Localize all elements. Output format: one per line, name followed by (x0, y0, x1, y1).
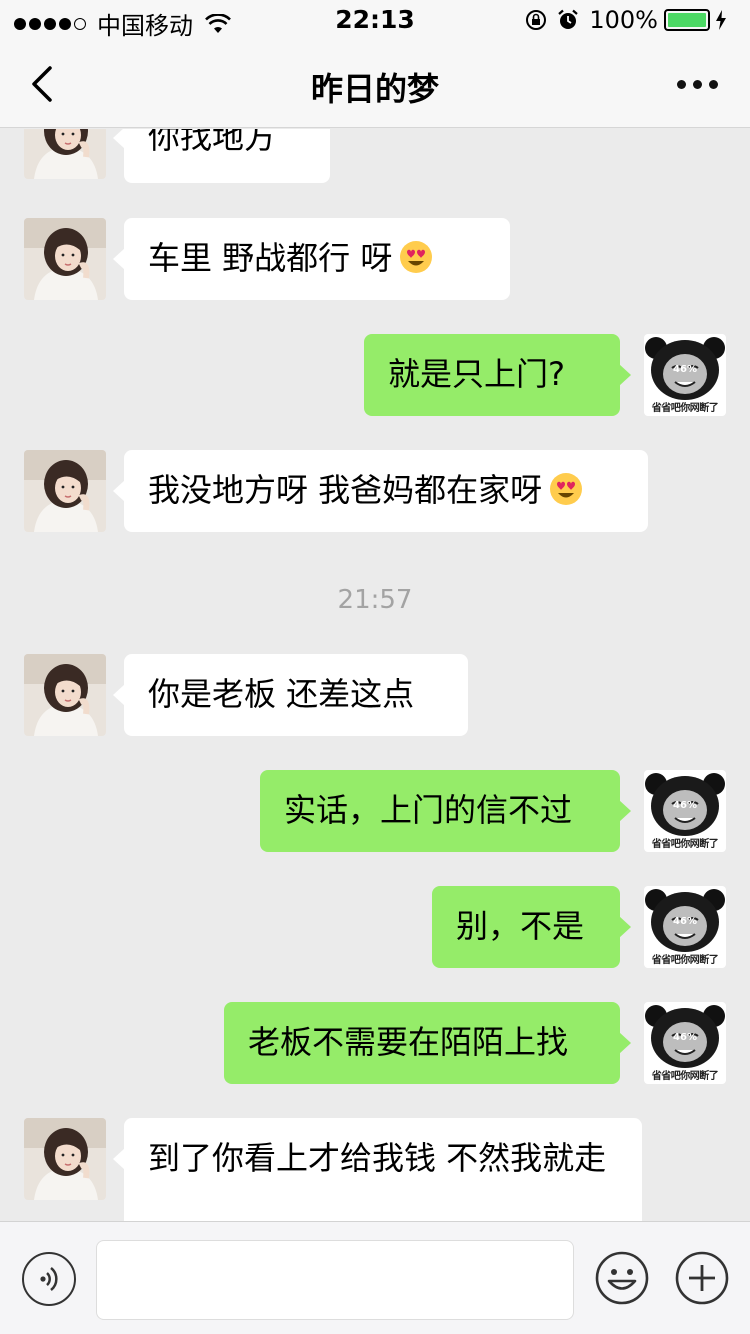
incoming-message: 车里 野战都行 呀 (0, 218, 750, 300)
heart-eyes-emoji-icon (550, 473, 583, 505)
message-text: 别，不是 (456, 907, 585, 945)
outgoing-message: 46% 省省吧你网断了 实话，上门的信不过 (0, 770, 750, 852)
voice-icon[interactable] (22, 1252, 76, 1306)
self-avatar[interactable]: 46% 省省吧你网断了 (644, 886, 726, 968)
message-bubble[interactable]: 车里 野战都行 呀 (113, 218, 510, 300)
self-avatar[interactable]: 46% 省省吧你网断了 (644, 770, 726, 852)
message-text: 你是老板 还差这点 (148, 675, 415, 713)
incoming-message: 你找地方 (0, 129, 750, 183)
avatar-caption: 省省吧你网断了 (651, 1071, 719, 1082)
self-avatar[interactable]: 46% 省省吧你网断了 (644, 334, 726, 416)
avatar-badge: 46% (673, 916, 697, 927)
avatar-caption: 省省吧你网断了 (651, 955, 719, 966)
nav-bar: 昨日的梦 (0, 40, 750, 128)
message-bubble[interactable]: 别，不是 (432, 886, 631, 968)
message-text: 车里 野战都行 呀 (148, 239, 393, 277)
avatar-badge: 46% (673, 800, 697, 811)
contact-avatar[interactable] (24, 1118, 106, 1200)
contact-avatar[interactable] (24, 129, 106, 179)
avatar-badge: 46% (673, 364, 697, 375)
rotation-lock-icon (526, 10, 547, 30)
chat-area[interactable]: 你找地方车里 野战都行 呀 46% 省省吧你网断了 就是只上门? 我没地方呀 我爸妈都在… (0, 129, 750, 1221)
chat-title: 昨日的梦 (310, 70, 439, 108)
message-text: 到了你看上才给我钱 不然我就走 (148, 1139, 607, 1177)
avatar-caption: 省省吧你网断了 (651, 839, 719, 850)
heart-eyes-emoji-icon (400, 241, 433, 273)
incoming-message: 到了你看上才给我钱 不然我就走 (0, 1118, 750, 1221)
status-right: 100% (525, 6, 736, 34)
message-bubble[interactable]: 实话，上门的信不过 (260, 770, 631, 852)
message-text: 你找地方 (148, 129, 277, 156)
message-bubble[interactable]: 你是老板 还差这点 (113, 654, 468, 736)
input-bar (0, 1221, 750, 1334)
battery-icon (664, 9, 710, 31)
message-text: 我没地方呀 我爸妈都在家呀 (148, 471, 543, 509)
alarm-icon (558, 9, 579, 29)
self-avatar[interactable]: 46% 省省吧你网断了 (644, 1002, 726, 1084)
message-bubble[interactable]: 我没地方呀 我爸妈都在家呀 (113, 450, 648, 532)
status-bar: 中国移动 22:13 100% (0, 0, 750, 40)
timestamp: 21:57 (337, 585, 413, 615)
message-text: 老板不需要在陌陌上找 (248, 1023, 569, 1061)
plus-circle-icon[interactable] (674, 1250, 730, 1306)
avatar-badge: 46% (673, 1032, 697, 1043)
message-text: 就是只上门? (388, 355, 565, 393)
battery-percent: 100% (589, 6, 658, 34)
message-bubble[interactable]: 老板不需要在陌陌上找 (224, 1002, 631, 1084)
outgoing-message: 46% 省省吧你网断了 就是只上门? (0, 334, 750, 416)
avatar-caption: 省省吧你网断了 (651, 403, 719, 414)
message-bubble[interactable]: 到了你看上才给我钱 不然我就走 (113, 1118, 642, 1221)
message-text: 实话，上门的信不过 (284, 791, 573, 829)
message-input[interactable] (96, 1240, 574, 1320)
contact-avatar[interactable] (24, 450, 106, 532)
contact-avatar[interactable] (24, 654, 106, 736)
outgoing-message: 46% 省省吧你网断了 别，不是 (0, 886, 750, 968)
contact-avatar[interactable] (24, 218, 106, 300)
smiley-icon[interactable] (594, 1250, 650, 1306)
message-bubble[interactable]: 你找地方 (113, 129, 330, 183)
charging-icon (716, 10, 726, 30)
message-bubble[interactable]: 就是只上门? (364, 334, 631, 416)
incoming-message: 我没地方呀 我爸妈都在家呀 (0, 450, 750, 532)
outgoing-message: 46% 省省吧你网断了 老板不需要在陌陌上找 (0, 1002, 750, 1084)
more-icon[interactable] (670, 80, 718, 89)
incoming-message: 你是老板 还差这点 (0, 654, 750, 736)
